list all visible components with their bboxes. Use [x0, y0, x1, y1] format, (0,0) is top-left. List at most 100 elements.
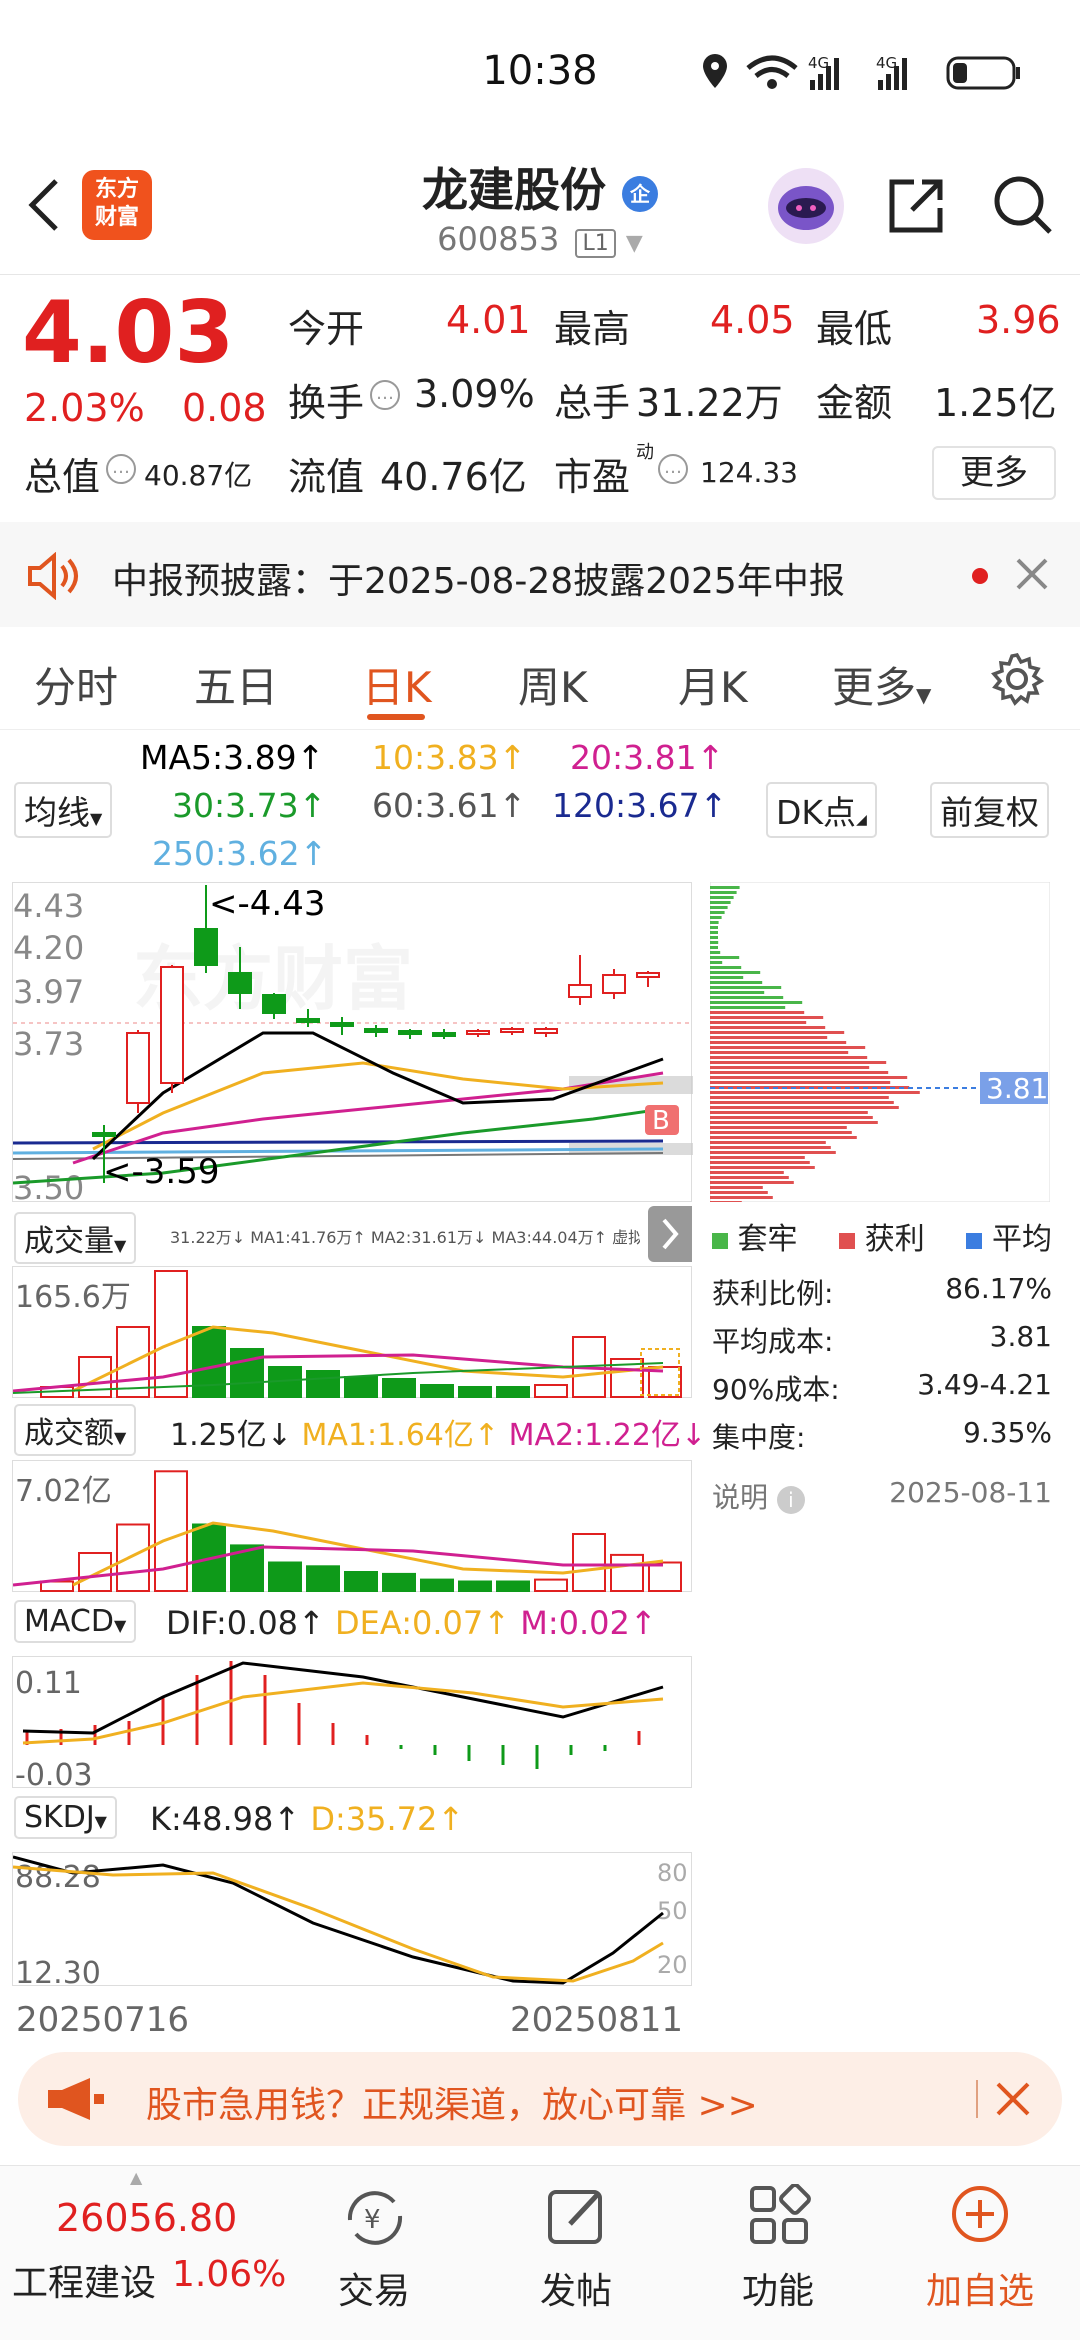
- caret-down-icon: ▼: [94, 1812, 107, 1831]
- chip-bar: [710, 1091, 920, 1094]
- caret-down-icon: ▼: [114, 1236, 127, 1255]
- nav-post[interactable]: 发帖: [476, 2262, 676, 2314]
- legend-average-label: 平均: [991, 1222, 1052, 1257]
- legend-trapped-label: 套牢: [737, 1222, 798, 1257]
- chip-bar: [710, 1016, 824, 1019]
- ma-dropdown[interactable]: 均线▼: [14, 782, 113, 838]
- info-icon[interactable]: …: [658, 454, 688, 484]
- eastmoney-logo[interactable]: 东方 财富: [82, 170, 152, 240]
- chip-bar: [710, 971, 761, 974]
- macd-svg: 0.11 -0.03: [15, 1661, 664, 1793]
- macd-dropdown-label: MACD: [24, 1604, 114, 1639]
- nav-add-watchlist[interactable]: 加自选: [880, 2262, 1080, 2314]
- tab-weekly-k[interactable]: 周K: [518, 654, 588, 715]
- speaker-icon: [26, 551, 82, 609]
- caret-up-icon: ▲: [130, 2168, 143, 2187]
- info-icon[interactable]: …: [106, 454, 136, 484]
- robot-avatar-icon[interactable]: [768, 168, 844, 244]
- caret-down-icon: ▼: [916, 683, 932, 707]
- low-label: 最低: [816, 307, 893, 351]
- skdj-info: K:48.98↑ D:35.72↑: [150, 1800, 464, 1838]
- ad-banner[interactable]: 股市急用钱？正规渠道，放心可靠 >>: [18, 2052, 1062, 2146]
- close-icon[interactable]: [1014, 556, 1050, 601]
- net-label-2: 4G: [876, 54, 897, 72]
- settings-icon[interactable]: [990, 652, 1045, 710]
- chip-date: 2025-08-11: [889, 1476, 1052, 1509]
- nav-trade[interactable]: 交易: [274, 2262, 474, 2314]
- chip-note-label: 说明: [712, 1481, 769, 1514]
- pe-value: 124.33: [700, 456, 798, 489]
- tab-5day[interactable]: 五日: [194, 654, 278, 715]
- stock-name: 龙建股份: [421, 163, 606, 217]
- skdj-level: 80: [657, 1859, 688, 1887]
- chip-note[interactable]: 说明 i: [712, 1476, 805, 1516]
- amount-bar: [116, 1523, 150, 1592]
- tab-more[interactable]: 更多▼: [832, 654, 931, 715]
- info-circle-icon: i: [776, 1486, 805, 1514]
- macd-dropdown[interactable]: MACD▼: [14, 1600, 137, 1643]
- ma10-label: 10:3.83↑: [372, 738, 527, 777]
- turnover-label: 换手: [288, 381, 365, 425]
- chip-stat-row: 平均成本: 3.81: [712, 1320, 1052, 1360]
- chip-bar: [710, 1176, 789, 1179]
- chip-bar: [710, 1011, 805, 1014]
- expand-arrow-icon[interactable]: [648, 1206, 692, 1262]
- chip-bar: [710, 1071, 889, 1074]
- chip-bar: [710, 1201, 742, 1204]
- volume-bar: [306, 1370, 340, 1398]
- notice-bar[interactable]: 中报预披露：于2025-08-28披露2025年中报: [0, 522, 1080, 627]
- candle-body: [364, 1028, 388, 1033]
- legend-profit-label: 获利: [864, 1222, 925, 1257]
- volume-bar: [496, 1386, 530, 1398]
- low-value: 3.96: [976, 298, 1061, 342]
- chip-bar: [710, 981, 763, 984]
- amount-bar: [268, 1561, 302, 1592]
- dk-button-label: DK点: [776, 793, 857, 832]
- chip-bar: [710, 946, 718, 949]
- index-ticker[interactable]: ▲ 26056.80 工程建设 1.06%: [0, 2166, 290, 2340]
- float-label: 流值: [288, 455, 365, 499]
- pe-label: 市盈: [554, 455, 631, 499]
- candle-body: [432, 1032, 456, 1037]
- close-icon[interactable]: [994, 2080, 1032, 2122]
- header: 龙建股份 企 600853 L1 ▼: [0, 150, 1080, 275]
- volume-dropdown[interactable]: 成交量▼: [14, 1212, 137, 1264]
- chip-bar: [710, 1051, 849, 1054]
- adjust-button[interactable]: 前复权: [930, 782, 1049, 838]
- ma5-label: MA5:3.89↑: [140, 738, 325, 777]
- amount-bar: [572, 1533, 606, 1592]
- tab-daily-k[interactable]: 日K: [362, 654, 432, 715]
- kline-chart[interactable]: 东方财富 4.43 4.20 3.97 3.73 3.50 <-4.43 <-3…: [12, 882, 693, 1207]
- tab-intraday[interactable]: 分时: [34, 654, 118, 715]
- volume-value: 31.22万: [636, 381, 783, 425]
- chip-bar: [710, 1076, 908, 1079]
- chip-bar: [710, 926, 718, 929]
- stat-value: 3.49-4.21: [917, 1368, 1052, 1401]
- search-icon[interactable]: [990, 172, 1056, 238]
- y-label: 3.50: [13, 1169, 84, 1203]
- chip-bar: [710, 1006, 786, 1009]
- info-icon[interactable]: …: [370, 380, 400, 410]
- amount-dropdown[interactable]: 成交额▼: [14, 1404, 137, 1456]
- volume-svg: 165.6万: [12, 1270, 682, 1398]
- chip-svg: 3.81: [709, 881, 1051, 1204]
- legend-profit: 获利: [839, 1214, 925, 1258]
- tab-monthly-k[interactable]: 月K: [678, 654, 748, 715]
- ma30-label: 30:3.73↑: [172, 786, 327, 825]
- dk-button[interactable]: DK点◢: [766, 782, 877, 838]
- chip-bar: [710, 1146, 831, 1149]
- net-label-1: 4G: [808, 54, 829, 72]
- skdj-dropdown[interactable]: SKDJ▼: [14, 1796, 117, 1839]
- chip-bar: [710, 1021, 807, 1024]
- more-button[interactable]: 更多: [932, 446, 1056, 500]
- share-icon[interactable]: [884, 174, 948, 238]
- candle-body: [534, 1028, 558, 1034]
- open-value: 4.01: [446, 298, 531, 342]
- banner-text: 股市急用钱？正规渠道，放心可靠 >>: [146, 2085, 758, 2126]
- amount-ma1: MA1:1.64亿↑: [301, 1418, 500, 1453]
- nav-functions[interactable]: 功能: [678, 2262, 878, 2314]
- skdj-chart: 88.28 12.30 80 50 20: [12, 1852, 692, 1991]
- chip-bar: [710, 1001, 803, 1004]
- candles: [92, 885, 660, 1183]
- chip-distribution[interactable]: 3.81: [709, 881, 1051, 1204]
